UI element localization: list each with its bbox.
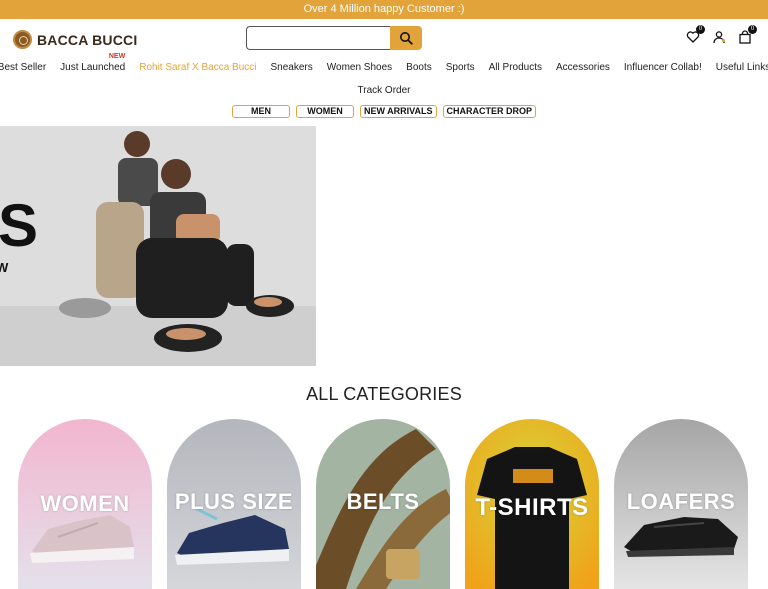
nav-item-sneakers[interactable]: Sneakers (271, 62, 313, 73)
search-icon (400, 32, 413, 45)
nav-item-best-seller[interactable]: Best Seller (0, 62, 46, 73)
category-card-t-shirts[interactable]: T-SHIRTS (465, 419, 599, 589)
nav-item-rohit-saraf-collab[interactable]: Rohit Saraf X Bacca Bucci (139, 62, 256, 73)
search-button[interactable] (390, 26, 422, 50)
brand-logo-icon (13, 30, 32, 49)
category-plus-size-label: PLUS SIZE (174, 489, 294, 514)
search-input[interactable] (246, 26, 390, 50)
cart-button[interactable]: 0 (738, 25, 757, 44)
brand-name: BACCA BUCCI (37, 31, 138, 48)
cart-count-badge: 0 (748, 25, 757, 34)
nav-item-track-order[interactable]: Track Order (358, 85, 411, 96)
category-card-belts[interactable]: BELTS (316, 419, 450, 589)
nav-item-influencer-collab[interactable]: Influencer Collab! (624, 62, 702, 73)
wishlist-button[interactable]: 0 (686, 25, 705, 44)
all-categories-title: ALL CATEGORIES (306, 384, 462, 404)
nav-item-just-launched[interactable]: Just Launched NEW (60, 53, 126, 73)
nav-item-accessories[interactable]: Accessories (556, 62, 610, 73)
category-card-loafers[interactable]: LOAFERS (614, 419, 748, 589)
account-button[interactable] (712, 30, 726, 44)
announcement-bar: Over 4 Million happy Customer :) (0, 0, 768, 19)
category-card-women[interactable]: WOMEN (18, 419, 152, 589)
site-header: BACCA BUCCI 0 0 (0, 19, 768, 57)
quick-filter-pills: MEN WOMEN NEW ARRIVALS CHARACTER DROP (0, 105, 768, 119)
hero-image (0, 126, 316, 366)
search-bar (246, 26, 422, 50)
nav-item-all-products[interactable]: All Products (489, 62, 542, 73)
nav-row-2: Track Order (0, 85, 768, 96)
category-loafers-label: LOAFERS (626, 489, 736, 514)
brand-logo[interactable]: BACCA BUCCI (13, 30, 137, 49)
category-t-shirts-label: T-SHIRTS (475, 494, 589, 521)
nav-item-sports[interactable]: Sports (446, 62, 475, 73)
category-grid: WOMEN PLUS SIZE BELTS T-SHIRTS LOAFERS (18, 419, 748, 589)
nav-item-label: Just Launched (60, 62, 126, 73)
user-icon (713, 31, 726, 44)
nav-item-boots[interactable]: Boots (406, 62, 432, 73)
nav-item-women-shoes[interactable]: Women Shoes (327, 62, 392, 73)
category-belts-label: BELTS (346, 489, 420, 514)
nav-row: Best Seller Just Launched NEW Rohit Sara… (0, 53, 768, 73)
announcement-text: Over 4 Million happy Customer :) (303, 3, 465, 15)
hero-banner[interactable]: S W (0, 126, 316, 366)
hero-text-large: S (0, 192, 39, 259)
main-navigation: Best Seller Just Launched NEW Rohit Sara… (0, 53, 768, 103)
category-women-label: WOMEN (40, 491, 130, 516)
header-icons: 0 0 (686, 25, 757, 44)
hero-text-small: W (0, 260, 9, 275)
wishlist-count-badge: 0 (696, 25, 705, 34)
new-badge: NEW (108, 53, 126, 60)
pill-women[interactable]: WOMEN (296, 105, 354, 118)
nav-item-useful-links[interactable]: Useful Links (716, 62, 768, 73)
category-card-plus-size[interactable]: PLUS SIZE (167, 419, 301, 589)
pill-character-drop[interactable]: CHARACTER DROP (442, 105, 536, 118)
pill-new-arrivals[interactable]: NEW ARRIVALS (360, 105, 437, 118)
pill-men[interactable]: MEN (232, 105, 290, 118)
